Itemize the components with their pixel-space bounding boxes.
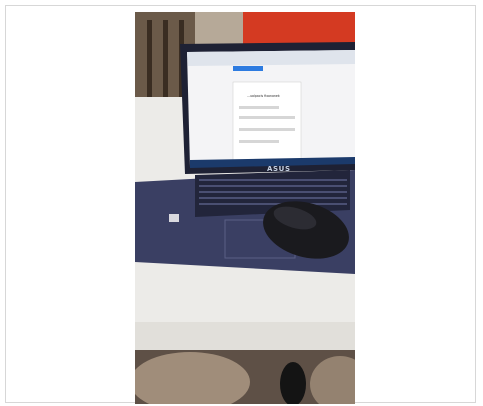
photo-scene: ...ualpacis fixonanek ASUS <box>135 12 355 404</box>
browser-toolbar <box>187 50 355 66</box>
laptop-logo: ASUS <box>267 165 291 173</box>
shoe <box>280 362 306 404</box>
browser-tab-highlight <box>233 66 263 71</box>
screen-form-title: ...ualpacis fixonanek <box>247 94 280 98</box>
laptop-sticker <box>169 214 179 222</box>
photo-laptop-desk: ...ualpacis fixonanek ASUS <box>135 12 355 404</box>
